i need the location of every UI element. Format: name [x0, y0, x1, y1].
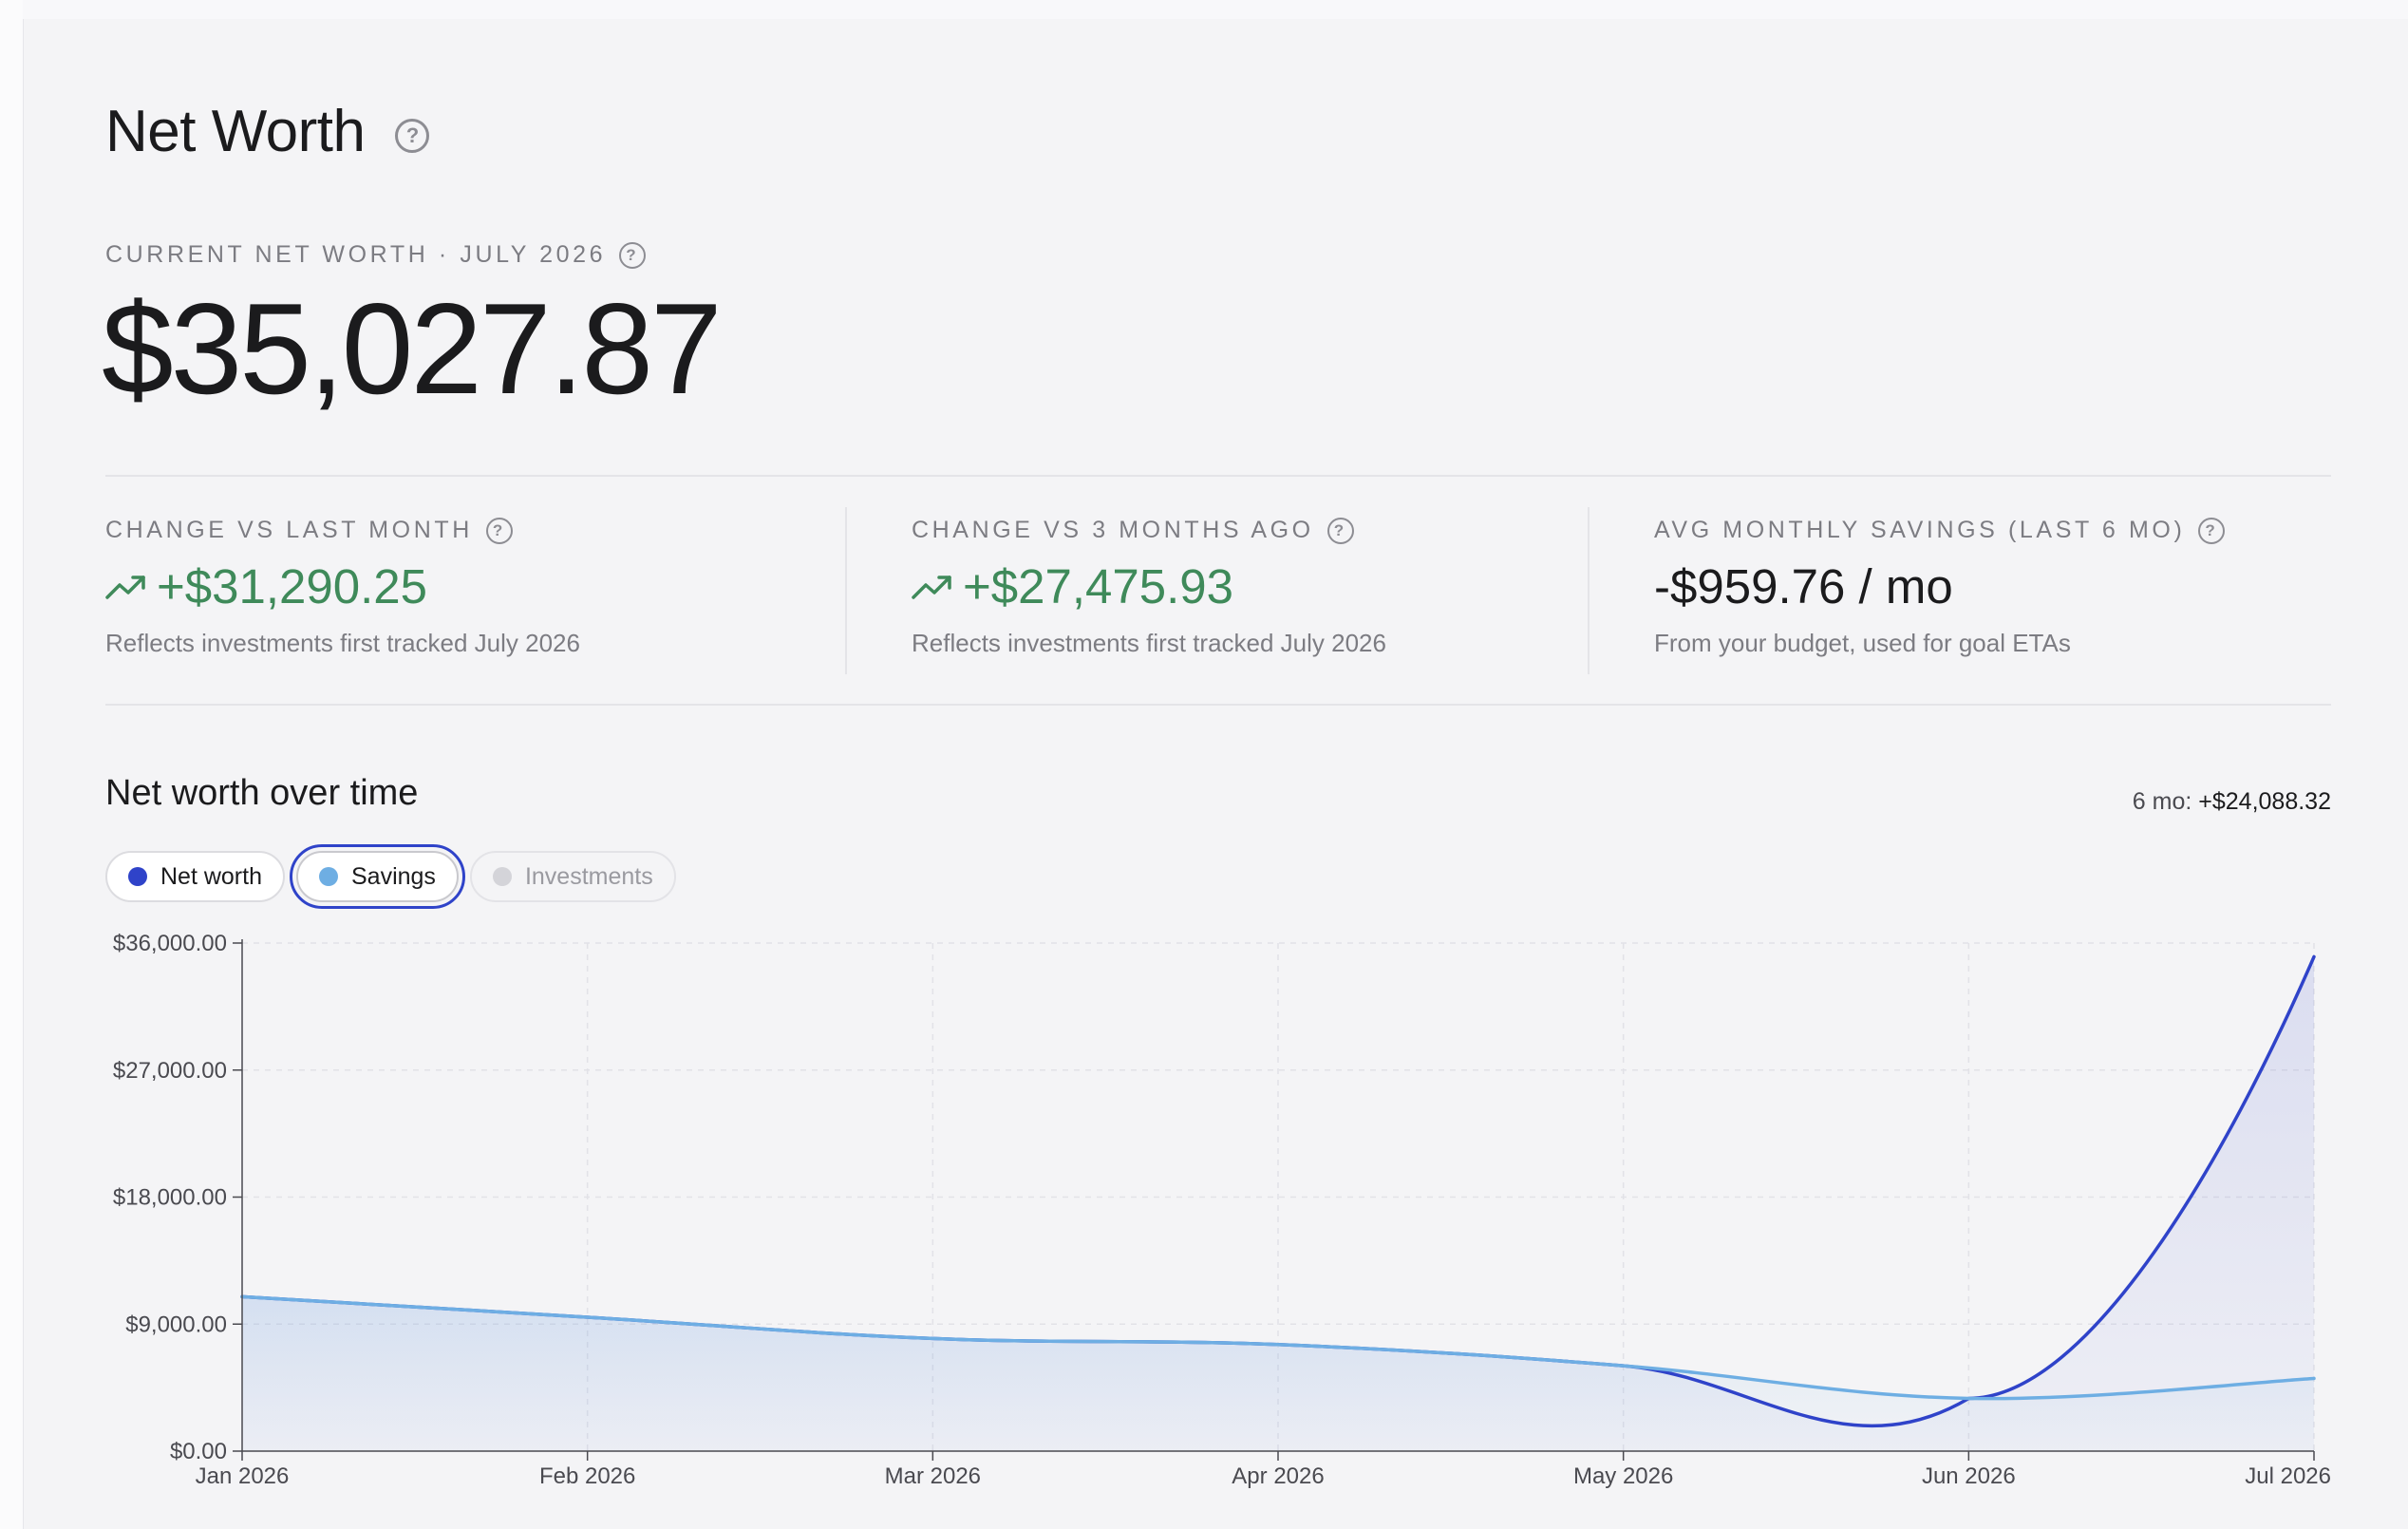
stat-divider: [1588, 507, 1590, 674]
legend-dot: [318, 867, 338, 886]
legend-label: Net worth: [160, 862, 262, 890]
y-tick-label: $36,000.00: [113, 931, 227, 956]
net-worth-chart: $0.00 $9,000.00 $18,000.00 $27,000.00 $36,00…: [113, 931, 2331, 1489]
page-header: Net Worth ?: [105, 93, 430, 169]
current-net-worth-label: CURRENT NET WORTH · JULY 2026 ?: [105, 241, 647, 269]
stat-value-text: -$959.76 / mo: [1654, 559, 1953, 613]
x-tick-label: Apr 2026: [1232, 1463, 1324, 1489]
six-month-change: 6 mo: +$24,088.32: [2133, 788, 2331, 816]
x-tick-label: Jun 2026: [1922, 1463, 2016, 1489]
stat-value-text: +$27,475.93: [963, 559, 1234, 613]
divider: [105, 475, 2331, 477]
stat-note: Reflects investments first tracked July …: [912, 629, 1386, 657]
legend-toggle-investments[interactable]: Investments: [469, 851, 676, 902]
trending-up-icon: [912, 575, 951, 599]
y-tick-label: $9,000.00: [125, 1312, 227, 1337]
current-net-worth-label-text: CURRENT NET WORTH · JULY 2026: [105, 241, 607, 268]
left-rail: [0, 0, 24, 1529]
help-icon[interactable]: ?: [1326, 517, 1354, 544]
stat-label: CHANGE VS 3 MONTHS AGO ?: [912, 517, 1354, 544]
stat-change-last-month: CHANGE VS LAST MONTH ? +$31,290.25 Refle…: [105, 507, 846, 674]
stat-note: From your budget, used for goal ETAs: [1654, 629, 2071, 657]
trending-up-icon: [105, 575, 145, 599]
x-tick-label: Jul 2026: [2245, 1463, 2331, 1489]
divider: [105, 704, 2331, 706]
current-net-worth-amount: $35,027.87: [102, 276, 723, 421]
stat-value: +$31,290.25: [105, 558, 427, 614]
x-tick-label: Jan 2026: [196, 1463, 290, 1489]
stat-divider: [845, 507, 847, 674]
stat-label: AVG MONTHLY SAVINGS (LAST 6 MO) ?: [1654, 517, 2226, 544]
stat-change-3-months: CHANGE VS 3 MONTHS AGO ? +$27,475.93 Ref…: [912, 507, 1614, 674]
chart-title: Net worth over time: [105, 773, 419, 813]
stat-label-text: CHANGE VS 3 MONTHS AGO: [912, 517, 1314, 543]
page-title: Net Worth: [105, 98, 366, 164]
legend-toggle-savings[interactable]: Savings: [289, 844, 465, 909]
legend-dot: [492, 867, 512, 886]
x-tick-label: May 2026: [1573, 1463, 1673, 1489]
legend-toggle-net-worth[interactable]: Net worth: [105, 851, 285, 902]
main-content: Net Worth ? CURRENT NET WORTH · JULY 202…: [102, 0, 2331, 1529]
x-tick-label: Mar 2026: [885, 1463, 981, 1489]
stat-value: -$959.76 / mo: [1654, 558, 1953, 614]
chart-legend: Net worth Savings Investments: [105, 844, 676, 909]
help-icon[interactable]: ?: [395, 119, 430, 153]
y-tick-label: $27,000.00: [113, 1058, 227, 1084]
legend-label: Investments: [524, 862, 653, 890]
six-month-change-label: 6 mo:: [2132, 788, 2192, 815]
stat-label: CHANGE VS LAST MONTH ?: [105, 517, 513, 544]
six-month-change-value: +$24,088.32: [2198, 788, 2331, 815]
stat-value: +$27,475.93: [912, 558, 1233, 614]
stat-avg-monthly-savings: AVG MONTHLY SAVINGS (LAST 6 MO) ? -$959.…: [1654, 507, 2331, 674]
help-icon[interactable]: ?: [2198, 517, 2226, 544]
stat-label-text: AVG MONTHLY SAVINGS (LAST 6 MO): [1654, 517, 2186, 543]
y-tick-label: $0.00: [170, 1439, 227, 1464]
y-tick-label: $18,000.00: [113, 1185, 227, 1211]
help-icon[interactable]: ?: [619, 241, 647, 269]
stat-label-text: CHANGE VS LAST MONTH: [105, 517, 473, 543]
legend-label: Savings: [350, 862, 436, 890]
x-tick-label: Feb 2026: [539, 1463, 635, 1489]
stat-note: Reflects investments first tracked July …: [105, 629, 580, 657]
stat-value-text: +$31,290.25: [157, 559, 428, 613]
stats-row: CHANGE VS LAST MONTH ? +$31,290.25 Refle…: [105, 507, 2331, 674]
help-icon[interactable]: ?: [485, 517, 513, 544]
legend-dot: [128, 867, 147, 886]
